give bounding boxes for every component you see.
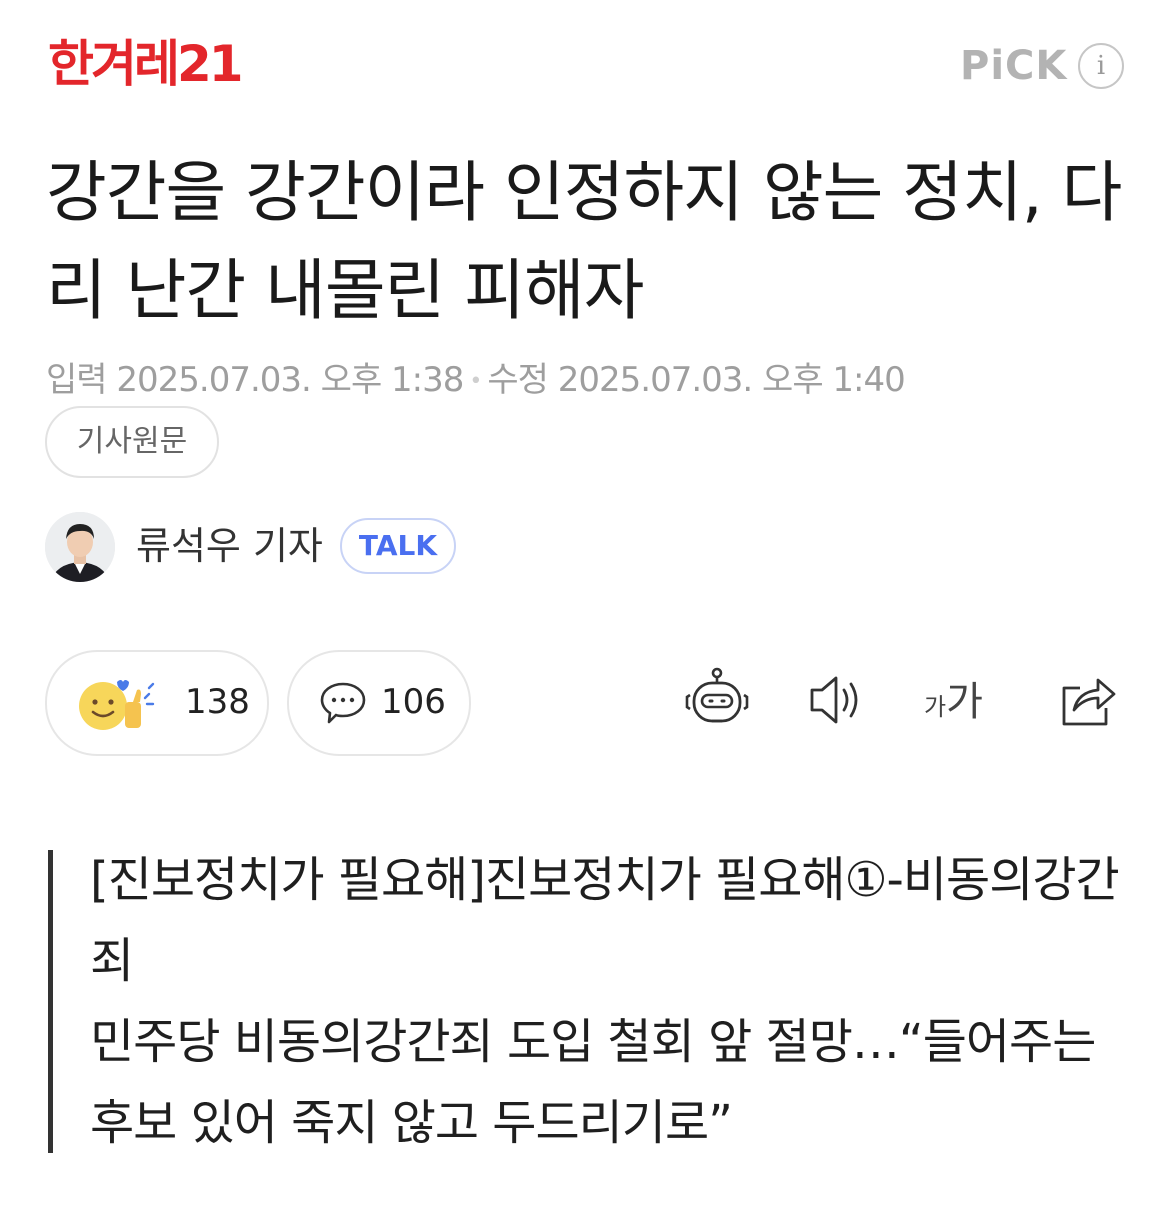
speaker-icon[interactable] <box>806 670 876 740</box>
separator-dot-icon: • <box>469 368 482 394</box>
quote-line-series: [진보정치가 필요해]진보정치가 필요해①-비동의강간죄 <box>90 852 1120 989</box>
talk-button[interactable]: TALK <box>340 518 456 574</box>
share-icon[interactable] <box>1058 670 1128 740</box>
modified-date: 2025.07.03. 오후 1:40 <box>557 360 906 400</box>
font-small-label: 가 <box>924 693 947 721</box>
article-dates: 입력 2025.07.03. 오후 1:38 • 수정 2025.07.03. 오후… <box>46 358 906 404</box>
quote-bar <box>48 850 53 1153</box>
input-date: 2025.07.03. 오후 1:38 <box>116 360 464 400</box>
info-icon[interactable]: i <box>1078 43 1124 89</box>
original-article-button[interactable]: 기사원문 <box>45 406 219 478</box>
quote-line-summary: 민주당 비동의강간죄 도입 철회 앞 절망…“들어주는 후보 있어 죽지 않고 … <box>90 1014 1096 1151</box>
font-size-button[interactable]: 가가 <box>924 672 983 737</box>
reaction-count: 138 <box>185 682 250 722</box>
font-big-label: 가 <box>946 679 983 725</box>
modified-label: 수정 <box>487 360 549 400</box>
comment-count: 106 <box>381 682 446 722</box>
comment-bubble-icon <box>320 682 366 724</box>
robot-summary-icon[interactable] <box>682 665 752 735</box>
pick-label: PiCK <box>960 43 1068 89</box>
reporter-name[interactable]: 류석우 기자 <box>136 518 323 574</box>
article-title: 강간을 강간이라 인정하지 않는 정치, 다리 난간 내몰린 피해자 <box>46 154 1122 329</box>
article-subtitle-quote: [진보정치가 필요해]진보정치가 필요해①-비동의강간죄 민주당 비동의강간죄 … <box>90 840 1120 1164</box>
input-label: 입력 <box>46 360 108 400</box>
hankyoreh21-logo[interactable]: 한겨레21 <box>48 34 244 94</box>
reporter-avatar[interactable] <box>45 512 115 582</box>
smile-thumbs-up-icon <box>79 680 155 730</box>
